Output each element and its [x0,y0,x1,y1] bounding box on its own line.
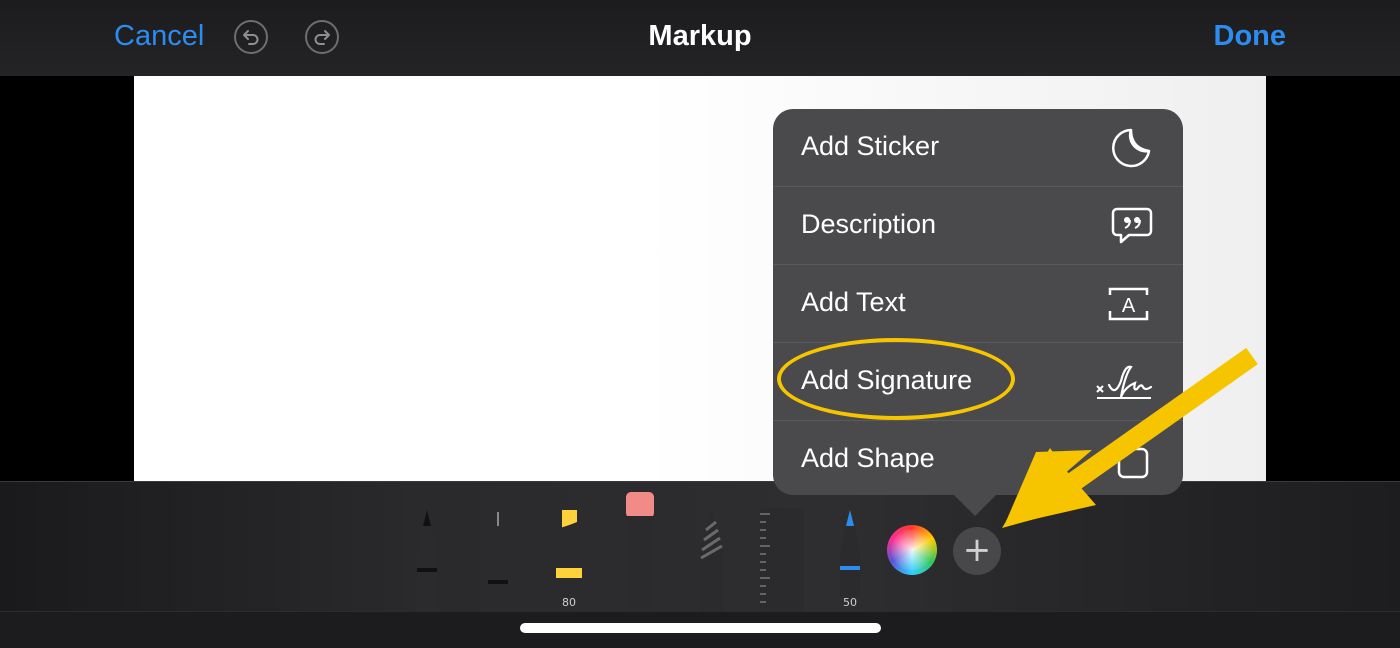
top-bar: Cancel Markup Done [0,0,1400,76]
menu-item-label: Add Text [801,287,906,317]
undo-button[interactable] [234,20,268,54]
pencil-icon [840,510,860,598]
sticker-icon [1112,128,1151,168]
eraser-tool[interactable] [624,492,656,611]
menu-item-add-sticker[interactable]: Add Sticker [773,109,1183,186]
eraser-icon [626,492,654,611]
svg-text:A: A [1122,295,1136,317]
menu-item-label: Add Sticker [801,131,940,161]
lasso-tool[interactable] [696,508,726,611]
home-indicator [520,623,881,633]
pencil-tool[interactable]: 50 [835,508,865,611]
highlight-ellipse [777,338,1015,420]
redo-icon [314,30,330,45]
highlighter-opacity: 80 [562,596,576,609]
lasso-icon [699,510,723,611]
text-box-icon: A [1108,287,1149,321]
ruler-tool[interactable] [758,508,804,611]
done-button[interactable]: Done [1214,20,1287,53]
fineliner-icon [488,512,508,611]
undo-icon [243,30,259,45]
fineliner-tool[interactable] [483,510,513,611]
ruler-icon [760,508,804,611]
menu-item-label: Add Shape [801,443,935,473]
plus-icon: + [962,530,992,570]
pen-tool[interactable] [412,508,442,611]
menu-item-add-text[interactable]: Add Text A [773,265,1183,342]
pencil-width: 50 [843,596,857,609]
arrow-annotation [1002,347,1258,528]
color-picker-button[interactable] [887,525,937,575]
highlighter-icon [556,510,582,598]
highlighter-tool[interactable]: 80 [553,508,585,611]
redo-button[interactable] [305,20,339,54]
menu-item-label: Description [801,209,937,239]
menu-item-description[interactable]: Description [773,187,1183,264]
cancel-button[interactable]: Cancel [114,20,204,53]
quote-bubble-icon [1111,207,1153,244]
pen-icon [417,510,437,611]
page-title: Markup [648,20,752,52]
